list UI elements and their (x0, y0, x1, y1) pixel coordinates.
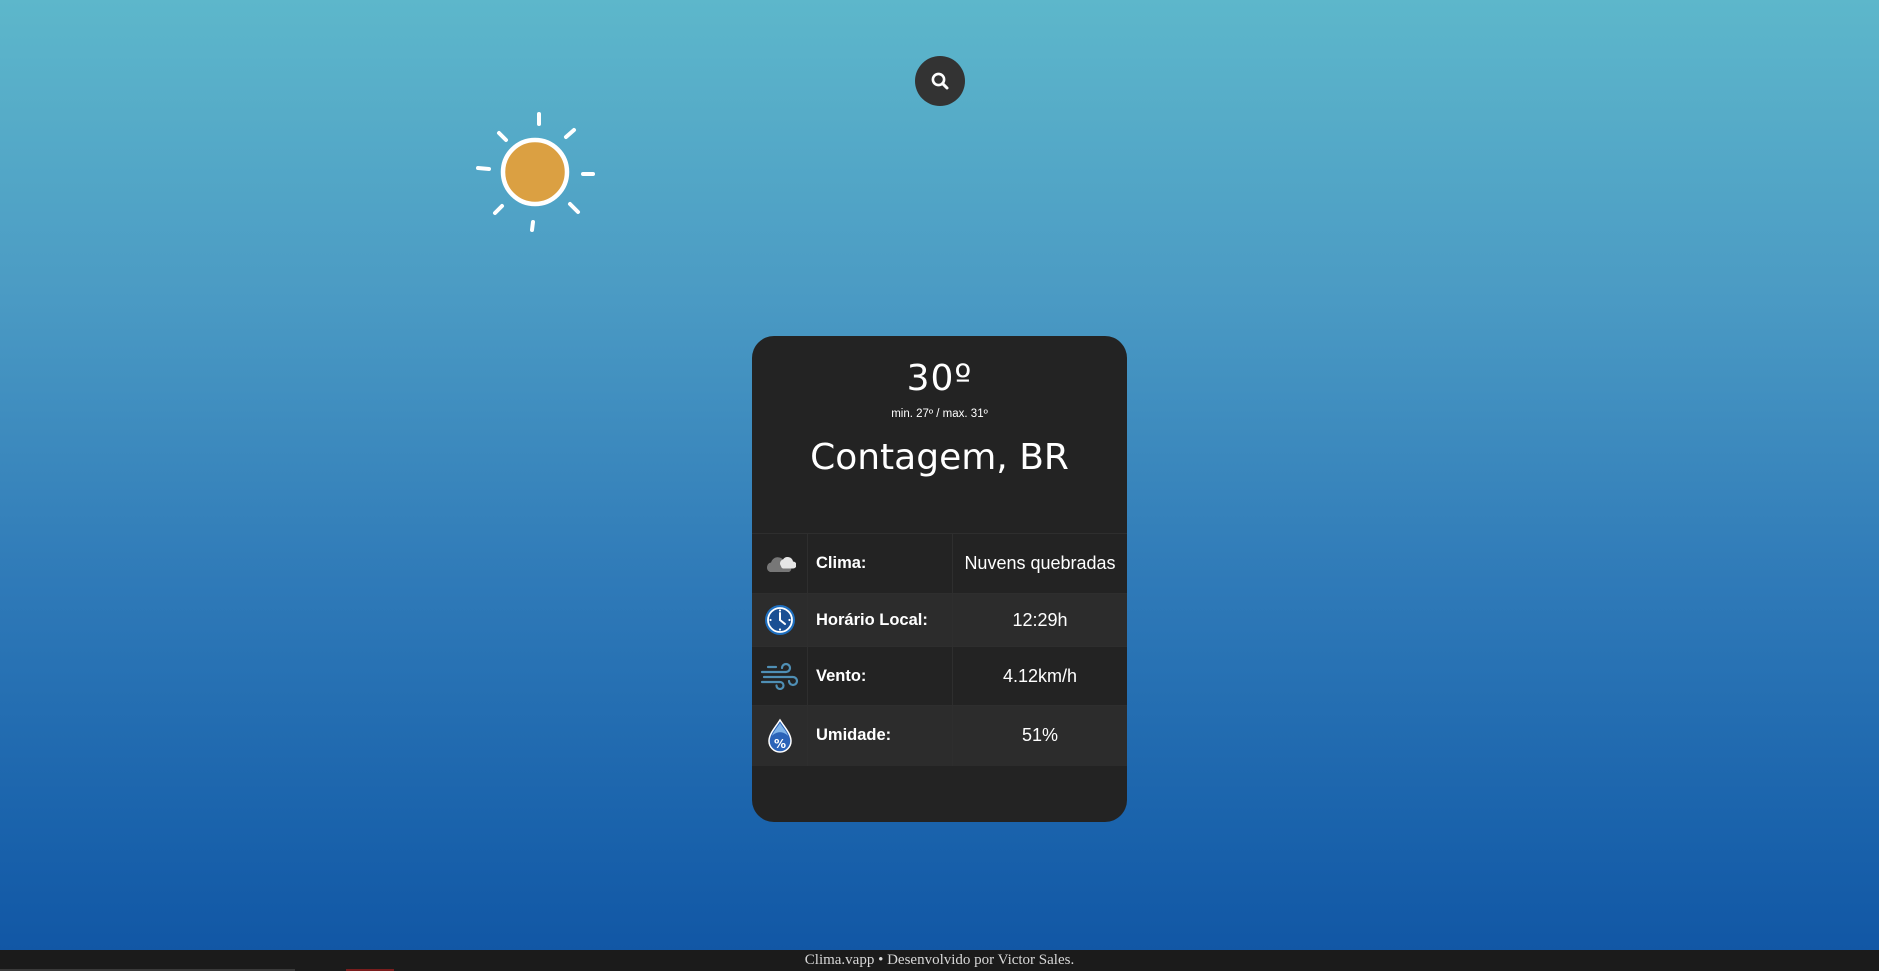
weather-details-table: Clima: Nuvens quebradas Horário Local: 1… (752, 533, 1127, 766)
min-max-temperature: min. 27º / max. 31º (891, 408, 988, 420)
sun-icon (470, 108, 602, 240)
cloud-icon (766, 556, 796, 572)
humidity-value: 51% (1021, 725, 1059, 746)
local-time-value: 12:29h (1012, 609, 1068, 630)
wind-label: Vento: (807, 646, 953, 706)
time-icon-cell (752, 593, 808, 647)
humidity-icon-cell: % (752, 705, 808, 766)
wind-value: 4.12km/h (1002, 665, 1078, 686)
wind-icon (760, 662, 798, 690)
city-name: Contagem, BR (810, 437, 1069, 478)
humidity-label: Umidade: (807, 705, 953, 766)
wind-icon-cell (752, 646, 808, 706)
footer: Clima.vapp • Desenvolvido por Victor Sal… (0, 950, 1879, 971)
temperature: 30º (906, 358, 973, 399)
weather-label: Clima: (807, 533, 953, 594)
svg-text:%: % (773, 737, 785, 751)
table-row: Vento: 4.12km/h (752, 646, 1127, 706)
humidity-drop-icon: % (767, 718, 792, 753)
local-time-label: Horário Local: (807, 593, 953, 647)
weather-value: Nuvens quebradas (964, 553, 1116, 573)
search-icon (931, 72, 949, 90)
table-row: % Umidade: 51% (752, 705, 1127, 766)
table-row: Clima: Nuvens quebradas (752, 533, 1127, 594)
search-button[interactable] (915, 56, 965, 106)
table-row: Horário Local: 12:29h (752, 593, 1127, 647)
weather-card: 30º min. 27º / max. 31º Contagem, BR Cli… (752, 336, 1127, 822)
clock-icon (764, 605, 795, 635)
footer-text: Clima.vapp • Desenvolvido por Victor Sal… (804, 952, 1075, 968)
weather-icon-cell (752, 533, 808, 594)
